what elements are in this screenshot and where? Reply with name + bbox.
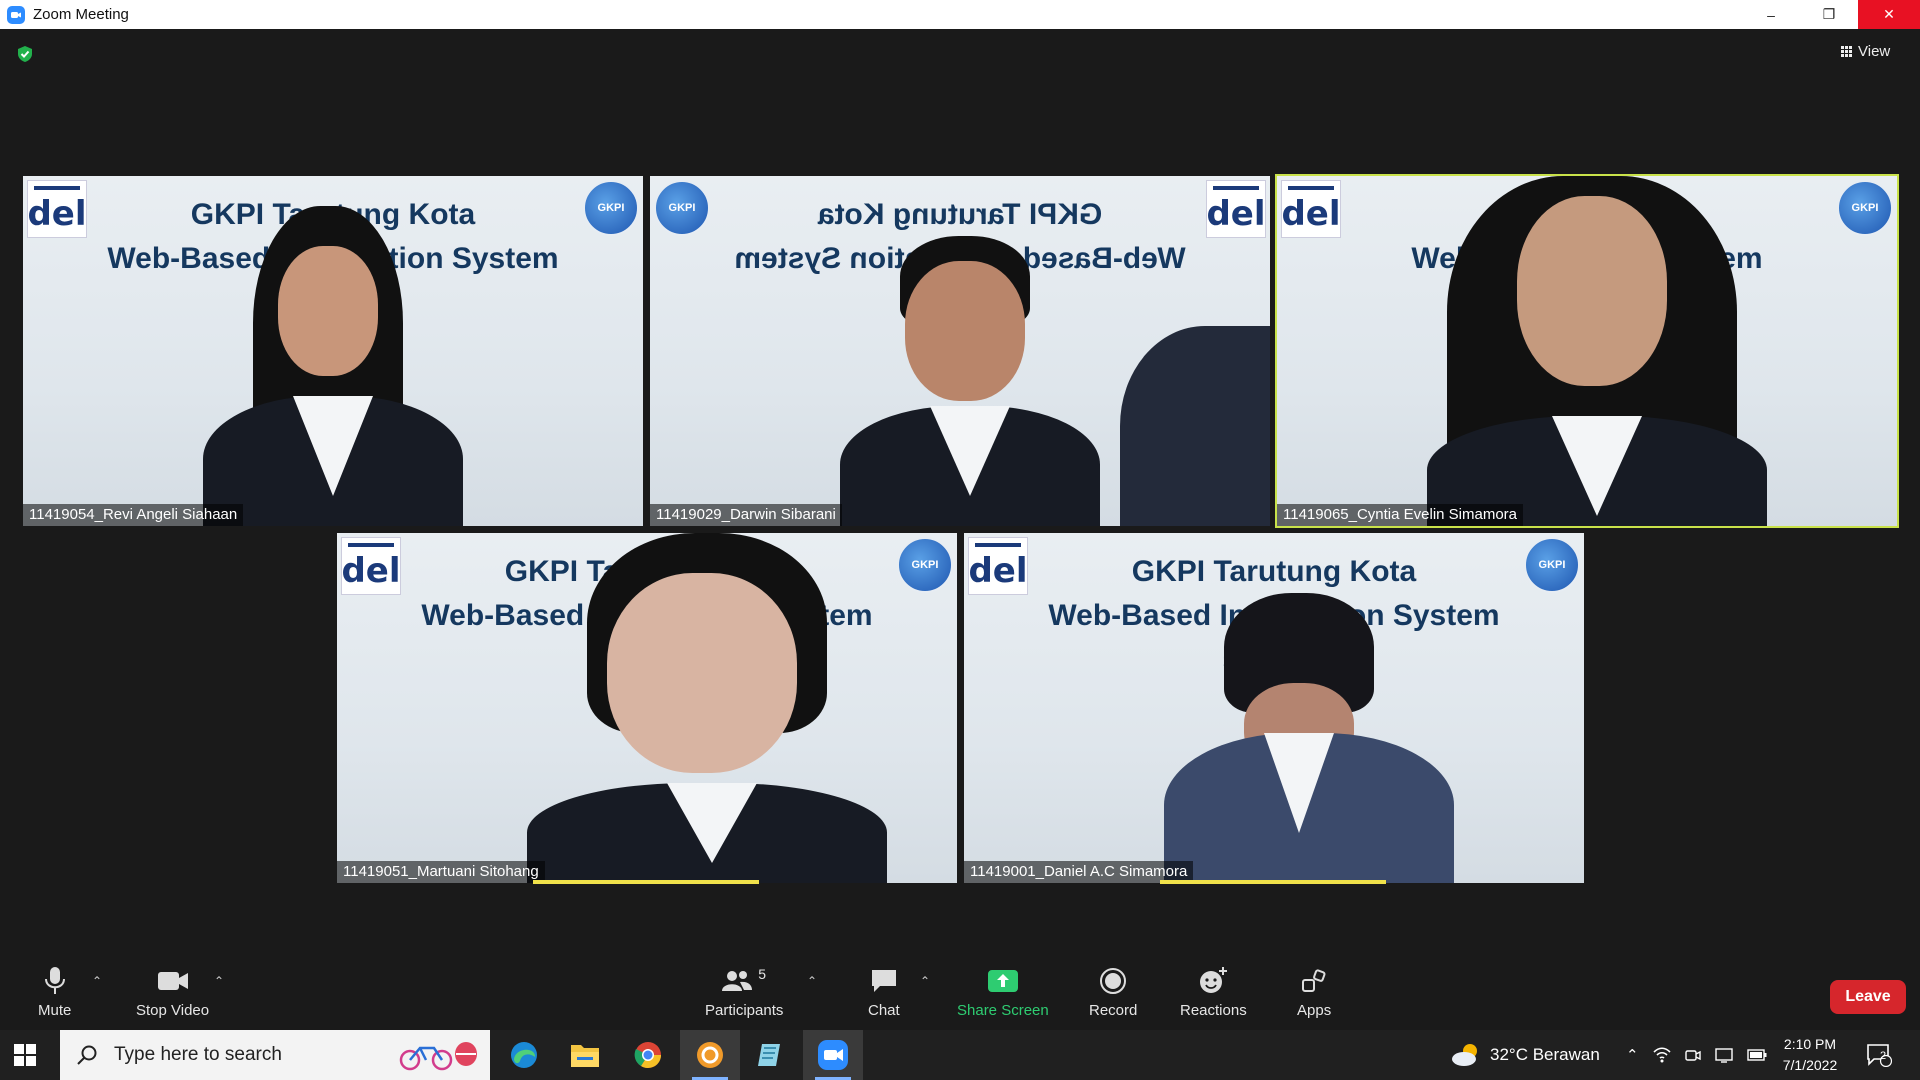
search-icon bbox=[74, 1042, 100, 1068]
stop-video-label: Stop Video bbox=[136, 1002, 210, 1019]
share-screen-label: Share Screen bbox=[957, 1002, 1049, 1019]
participants-label: Participants bbox=[705, 1002, 784, 1019]
video-tile[interactable]: del GKPI GKPI Tarutung Kota Web-Based In… bbox=[337, 533, 957, 883]
window-title: Zoom Meeting bbox=[33, 6, 129, 23]
participant-video bbox=[527, 533, 887, 883]
weather-text: 32°C Berawan bbox=[1490, 1045, 1600, 1064]
mute-label: Mute bbox=[38, 1002, 72, 1019]
video-tile[interactable]: del GKPI GKPI Tarutung Kota Web-Based In… bbox=[23, 176, 643, 526]
slide-title: GKPI Tarutung Kota bbox=[1131, 555, 1417, 588]
chat-options-chevron-icon[interactable]: ⌃ bbox=[920, 974, 930, 988]
grid-view-icon bbox=[1841, 45, 1852, 57]
participant-name: 11419065_Cyntia Evelin Simamora bbox=[1277, 504, 1524, 526]
meeting-toolbar: Mute ⌃ Stop Video ⌃ 5 Participants ⌃ Cha… bbox=[0, 958, 1920, 1030]
audio-level-indicator bbox=[533, 880, 759, 884]
participants-count: 5 bbox=[758, 966, 767, 982]
participants-button[interactable]: 5 Participants bbox=[705, 966, 783, 1019]
video-camera-icon bbox=[157, 972, 188, 990]
clock-time: 2:10 PM bbox=[1783, 1036, 1837, 1052]
stop-video-button[interactable]: Stop Video bbox=[136, 966, 209, 1019]
share-screen-icon bbox=[987, 970, 1018, 992]
video-tile[interactable]: del GKPI GKPI Tarutung Kota Web-Based In… bbox=[964, 533, 1584, 883]
window-titlebar: Zoom Meeting – ❐ ✕ bbox=[0, 0, 1920, 29]
close-button[interactable]: ✕ bbox=[1858, 0, 1920, 29]
participant-video bbox=[1427, 176, 1767, 526]
notification-count: 2 bbox=[1880, 1050, 1887, 1062]
system-tray: ⌃ bbox=[1626, 1030, 1767, 1080]
microphone-icon bbox=[44, 967, 65, 994]
chat-button[interactable]: Chat bbox=[868, 966, 900, 1019]
view-label: View bbox=[1858, 42, 1891, 60]
participant-name: 11419054_Revi Angeli Siahaan bbox=[23, 504, 244, 526]
participant-video bbox=[840, 236, 1100, 526]
record-button[interactable]: Record bbox=[1089, 966, 1137, 1019]
notification-center-icon[interactable]: 2 bbox=[1866, 1030, 1892, 1080]
zoom-taskbar-icon[interactable] bbox=[803, 1030, 863, 1080]
notepad-icon[interactable] bbox=[741, 1030, 801, 1080]
gkpi-logo: GKPI bbox=[1837, 180, 1893, 236]
video-tile-active-speaker[interactable]: del GKPI Web Information System 11419065… bbox=[1275, 174, 1899, 528]
file-explorer-icon[interactable] bbox=[555, 1030, 615, 1080]
search-placeholder: Type here to search bbox=[114, 1044, 282, 1065]
participant-name: 11419029_Darwin Sibarani bbox=[650, 504, 842, 526]
video-options-chevron-icon[interactable]: ⌃ bbox=[214, 974, 224, 988]
slide-title: GKPI Tarutung Kota bbox=[817, 198, 1103, 231]
minimize-button[interactable]: – bbox=[1748, 0, 1794, 29]
audio-options-chevron-icon[interactable]: ⌃ bbox=[92, 974, 102, 988]
windows-start-icon[interactable] bbox=[14, 1044, 36, 1066]
participant-video bbox=[203, 206, 483, 526]
chat-icon bbox=[871, 970, 896, 992]
apps-button[interactable]: Apps bbox=[1297, 966, 1331, 1019]
record-icon bbox=[1100, 968, 1127, 994]
wifi-icon[interactable] bbox=[1653, 1047, 1671, 1063]
zoom-app-icon bbox=[7, 5, 25, 24]
security-shield-icon[interactable] bbox=[16, 45, 34, 63]
battery-icon[interactable] bbox=[1746, 1049, 1767, 1061]
participants-icon bbox=[722, 971, 753, 991]
reactions-icon bbox=[1200, 967, 1228, 993]
participant-video bbox=[1164, 593, 1454, 883]
reactions-button[interactable]: Reactions bbox=[1180, 966, 1247, 1019]
reactions-label: Reactions bbox=[1180, 1002, 1247, 1019]
weather-widget[interactable]: 32°C Berawan bbox=[1450, 1030, 1600, 1080]
apps-icon bbox=[1302, 969, 1326, 992]
meet-now-icon[interactable] bbox=[1684, 1047, 1701, 1063]
cloudy-weather-icon bbox=[1452, 1044, 1477, 1066]
maximize-button[interactable]: ❐ bbox=[1806, 0, 1852, 29]
del-logo: del bbox=[1281, 180, 1341, 238]
clock-date: 7/1/2022 bbox=[1782, 1057, 1838, 1073]
apps-label: Apps bbox=[1297, 1002, 1332, 1019]
search-highlight-bicycle-icon bbox=[399, 1042, 477, 1071]
record-label: Record bbox=[1089, 1002, 1138, 1019]
network-icon[interactable] bbox=[1714, 1047, 1733, 1063]
chrome-icon[interactable] bbox=[618, 1030, 678, 1080]
show-hidden-icons-chevron-icon[interactable]: ⌃ bbox=[1626, 1046, 1639, 1064]
view-button[interactable]: View bbox=[1841, 39, 1907, 63]
media-player-icon[interactable] bbox=[680, 1030, 740, 1080]
video-tile[interactable]: GKPI del GKPI Tarutung Kota Web-Based In… bbox=[650, 176, 1270, 526]
taskbar-clock[interactable]: 2:10 PM 7/1/2022 bbox=[1770, 1034, 1850, 1076]
background-person bbox=[1120, 326, 1270, 526]
mute-button[interactable]: Mute bbox=[38, 966, 71, 1019]
edge-browser-icon[interactable] bbox=[494, 1030, 554, 1080]
participant-name: 11419051_Martuani Sitohang bbox=[337, 861, 545, 883]
leave-button[interactable]: Leave bbox=[1830, 980, 1906, 1014]
participants-options-chevron-icon[interactable]: ⌃ bbox=[807, 974, 817, 988]
audio-level-indicator bbox=[1160, 880, 1386, 884]
participant-name: 11419001_Daniel A.C Simamora bbox=[964, 861, 1194, 883]
windows-taskbar: Type here to search 32°C Berawan ⌃ 2:10 … bbox=[0, 1030, 1920, 1080]
share-screen-button[interactable]: Share Screen bbox=[957, 966, 1049, 1019]
taskbar-search-box[interactable]: Type here to search bbox=[60, 1030, 490, 1080]
chat-label: Chat bbox=[868, 1002, 900, 1019]
